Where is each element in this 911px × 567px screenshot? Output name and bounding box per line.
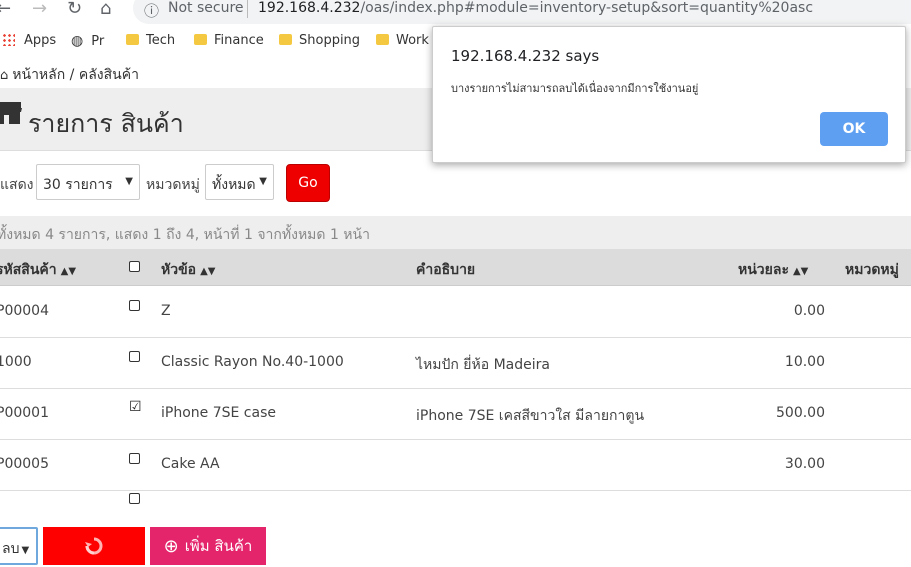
folder-icon [194, 34, 207, 45]
table-row[interactable]: 1000 Classic Rayon No.40-1000 ไหมปัก ยี่… [0, 337, 911, 389]
url-host: 192.168.4.232 [258, 0, 361, 16]
forward-icon[interactable]: → [32, 0, 47, 19]
page-title: รายการ สินค้า [28, 109, 184, 138]
breadcrumb[interactable]: ⌂ หน้าหลัก / คลังสินค้า [0, 64, 139, 86]
bookmark-label: Finance [214, 33, 264, 48]
sort-icon: ▲▼ [200, 266, 216, 277]
folder-icon [279, 34, 292, 45]
cell-title[interactable]: iPhone 7SE case [161, 405, 276, 421]
summary-text: ทั้งหมด 4 รายการ, แสดง 1 ถึง 4, หน้าที่ … [0, 227, 370, 243]
category-value: ทั้งหมด [212, 177, 256, 193]
header-description: คำอธิบาย [416, 262, 476, 278]
bookmark-label: Tech [146, 33, 176, 48]
table-row[interactable]: P00004 Z 0.00 [0, 286, 911, 338]
bookmark-label: Work [396, 33, 429, 48]
header-unit-price[interactable]: หน่วยละ ▲▼ [738, 259, 808, 281]
bulk-actions: ลบ ▼ ⊕ เพิ่ม สินค้า [0, 526, 911, 567]
header-title[interactable]: หัวข้อ ▲▼ [161, 259, 215, 281]
cell-price: 30.00 [784, 456, 825, 472]
row-checkbox-checked[interactable]: ☑ [129, 400, 142, 414]
breadcrumb-text: หน้าหลัก / คลังสินค้า [12, 67, 139, 83]
row-checkbox[interactable] [129, 351, 140, 362]
globe-icon: ◍ [71, 33, 84, 49]
alert-dialog: 192.168.4.232 says บางรายการไม่สามารถลบไ… [432, 26, 906, 163]
folder-icon [376, 34, 389, 45]
ok-button[interactable]: OK [820, 112, 888, 146]
cell-title[interactable]: Z [161, 303, 171, 319]
address-divider [247, 0, 248, 18]
apps-grid-icon [2, 33, 15, 46]
bulk-action-select[interactable]: ลบ ▼ [0, 527, 38, 565]
row-checkbox[interactable] [129, 300, 140, 311]
bookmark-tech[interactable]: Tech [126, 33, 175, 48]
bookmark-label: Pr [91, 34, 105, 49]
url-path: /oas/index.php#module=inventory-setup&so… [360, 0, 814, 16]
home-icon: ⌂ [0, 68, 9, 83]
show-label: แสดง [0, 177, 34, 193]
bookmark-work[interactable]: Work [376, 33, 429, 48]
bookmark-finance[interactable]: Finance [194, 33, 264, 48]
summary-bar: ทั้งหมด 4 รายการ, แสดง 1 ถึง 4, หน้าที่ … [0, 216, 911, 249]
bookmark-apps[interactable]: Apps [2, 33, 56, 48]
cell-price: 500.00 [776, 405, 825, 421]
info-icon[interactable]: ⓘ [144, 0, 159, 21]
caret-down-icon: ▼ [21, 545, 30, 556]
select-all-checkbox[interactable] [129, 261, 140, 272]
not-secure-label: Not secure [168, 0, 244, 16]
cell-code: P00004 [0, 303, 49, 319]
url-text[interactable]: 192.168.4.232/oas/index.php#module=inven… [258, 0, 813, 16]
back-icon[interactable]: ← [0, 0, 11, 19]
folder-icon [126, 34, 139, 45]
filter-bar: แสดง 30 รายการ ▼ หมวดหมู่ ทั้งหมด ▼ Go [0, 162, 911, 206]
recycle-icon [85, 537, 103, 555]
cell-description: iPhone 7SE เคสสีขาวใส มีลายกาตูน [416, 408, 645, 424]
go-button[interactable]: Go [286, 164, 330, 202]
sort-icon: ▲▼ [60, 266, 77, 277]
row-checkbox[interactable] [129, 453, 140, 464]
table-header: รหัสสินค้า ▲▼ หัวข้อ ▲▼ คำอธิบาย หน่วยละ ▲▼… [0, 249, 911, 286]
plus-circle-icon: ⊕ [163, 535, 179, 557]
add-product-button[interactable]: ⊕ เพิ่ม สินค้า [150, 527, 266, 565]
caret-down-icon: ▼ [125, 176, 133, 187]
add-product-label: เพิ่ม สินค้า [184, 537, 253, 555]
reload-icon[interactable]: ↻ [67, 0, 82, 19]
cell-code: P00005 [0, 456, 49, 472]
cell-price: 0.00 [793, 303, 825, 319]
footer-select-all-checkbox[interactable] [129, 493, 140, 504]
store-icon [0, 102, 22, 124]
table-row[interactable]: P00001 ☑ iPhone 7SE case iPhone 7SE เคสส… [0, 388, 911, 440]
cell-title[interactable]: Classic Rayon No.40-1000 [161, 354, 344, 370]
bulk-action-value: ลบ [2, 541, 20, 557]
header-code[interactable]: รหัสสินค้า ▲▼ [0, 259, 76, 281]
cell-description: ไหมปัก ยี่ห้อ Madeira [416, 357, 550, 373]
cell-title[interactable]: Cake AA [161, 456, 220, 472]
header-title-label: หัวข้อ [161, 262, 197, 278]
header-category[interactable]: หมวดหมู่ [845, 259, 899, 281]
cell-code: P00001 [0, 405, 49, 421]
cell-price: 10.00 [784, 354, 825, 370]
home-icon[interactable]: ⌂ [100, 0, 111, 19]
category-label: หมวดหมู่ [146, 177, 200, 193]
bookmark-pr[interactable]: ◍ Pr [71, 33, 104, 49]
sort-icon: ▲▼ [792, 266, 809, 277]
bookmark-label: Shopping [299, 33, 361, 48]
bookmark-shopping[interactable]: Shopping [279, 33, 360, 48]
cell-code: 1000 [0, 354, 32, 370]
category-select[interactable]: ทั้งหมด ▼ [205, 164, 274, 200]
bookmark-label: Apps [24, 33, 57, 48]
per-page-select[interactable]: 30 รายการ ▼ [36, 164, 140, 200]
header-code-label: รหัสสินค้า [0, 262, 57, 278]
alert-title: 192.168.4.232 says [451, 47, 600, 65]
per-page-value: 30 รายการ [43, 177, 113, 193]
alert-message: บางรายการไม่สามารถลบได้เนื่องจากมีการใช้… [451, 82, 699, 95]
delete-button[interactable] [43, 527, 145, 565]
header-unit-price-label: หน่วยละ [738, 262, 789, 278]
caret-down-icon: ▼ [259, 176, 267, 187]
table-row[interactable]: P00005 Cake AA 30.00 [0, 439, 911, 491]
